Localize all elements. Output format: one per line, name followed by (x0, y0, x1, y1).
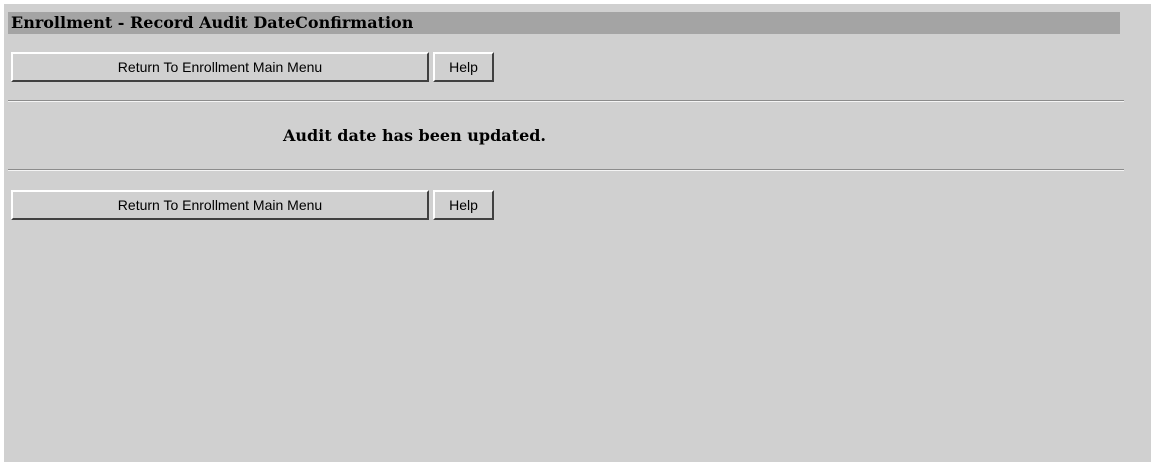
divider (8, 169, 1124, 171)
page-title: Enrollment - Record Audit DateConfirmati… (8, 12, 1120, 34)
return-to-main-menu-button-bottom[interactable]: Return To Enrollment Main Menu (11, 190, 429, 220)
divider (8, 100, 1124, 102)
help-button-bottom[interactable]: Help (433, 190, 494, 220)
return-to-main-menu-button[interactable]: Return To Enrollment Main Menu (11, 52, 429, 82)
page-body: Enrollment - Record Audit DateConfirmati… (4, 4, 1151, 462)
confirmation-message: Audit date has been updated. (283, 126, 546, 145)
help-button[interactable]: Help (433, 52, 494, 82)
